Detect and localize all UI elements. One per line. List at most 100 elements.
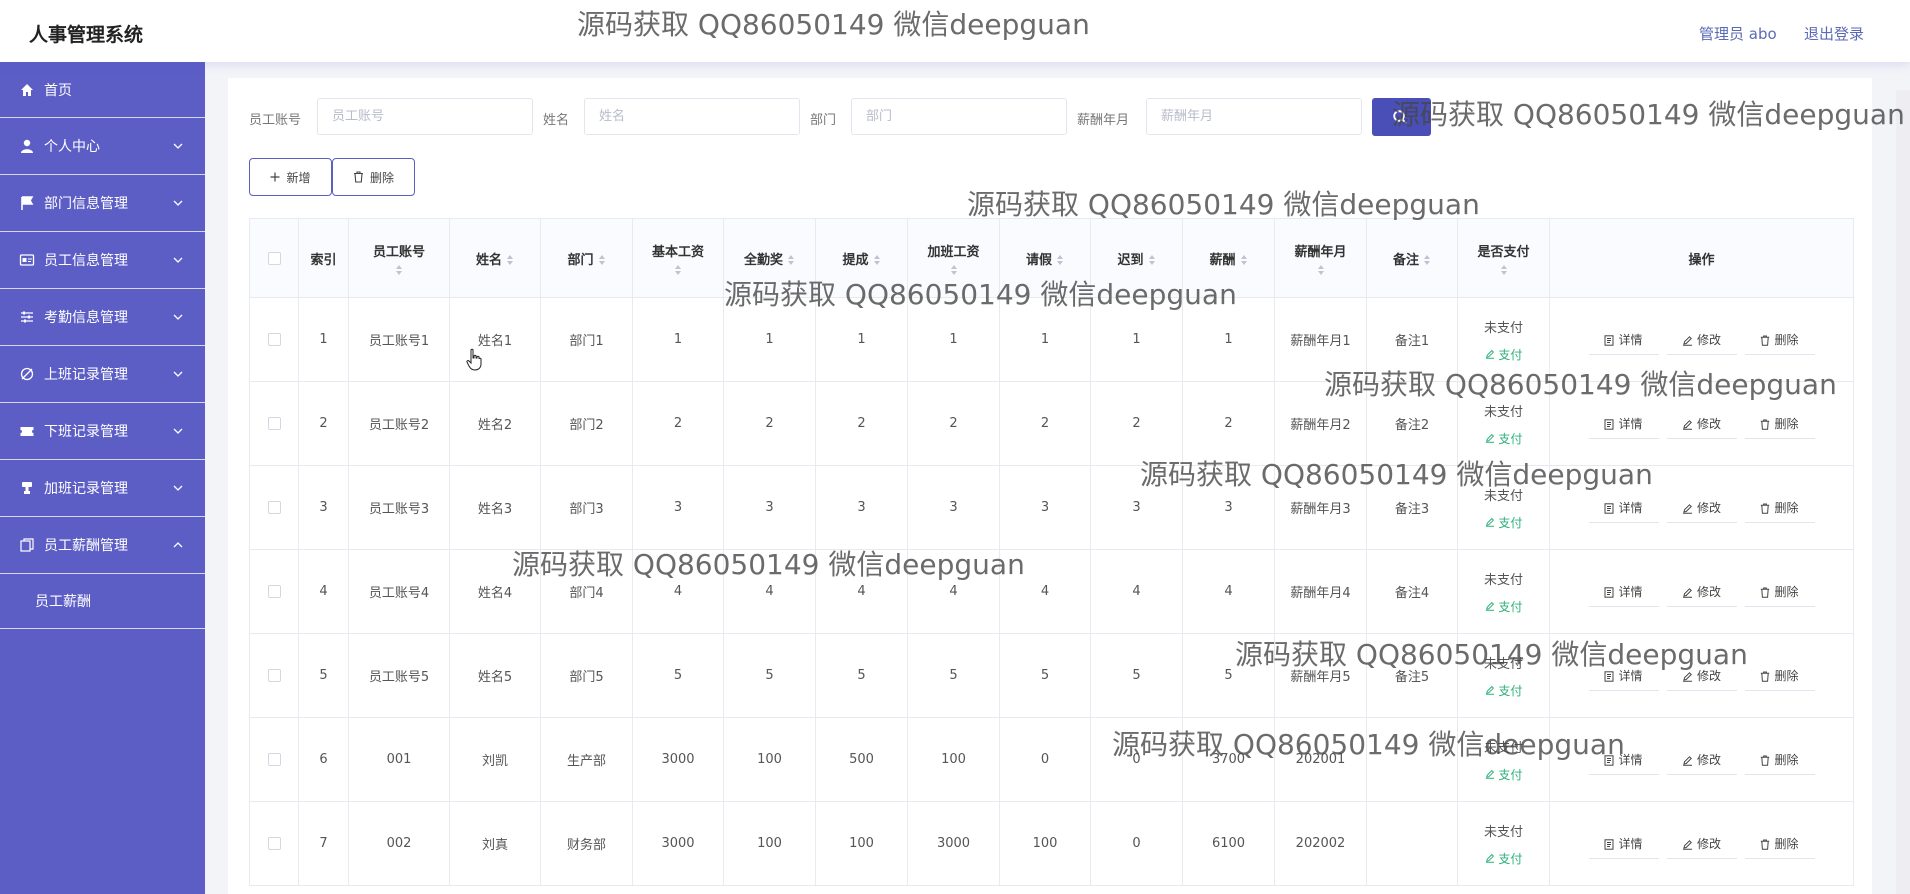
- pay-button[interactable]: 支付: [1485, 346, 1522, 363]
- delete-button[interactable]: 删除: [1744, 409, 1815, 439]
- sidebar-item-attendance[interactable]: 考勤信息管理: [0, 289, 205, 346]
- pay-button[interactable]: 支付: [1485, 598, 1522, 615]
- sidebar: 首页 个人中心 部门信息管理 员工信息管理 考勤信息管理 上班记录管理 下班记录…: [0, 62, 205, 894]
- clock-in-icon: [20, 367, 34, 381]
- col-header-account[interactable]: 员工账号: [348, 218, 450, 298]
- sidebar-item-department[interactable]: 部门信息管理: [0, 175, 205, 232]
- search-button[interactable]: [1372, 98, 1431, 136]
- pay-button[interactable]: 支付: [1485, 682, 1522, 699]
- sidebar-subitem-salary[interactable]: 员工薪酬: [0, 574, 205, 629]
- delete-button[interactable]: 删除: [1744, 577, 1815, 607]
- cell-department: 生产部: [540, 717, 633, 802]
- document-icon: [1604, 502, 1614, 514]
- row-checkbox[interactable]: [267, 585, 281, 598]
- chevron-down-icon: [173, 257, 183, 263]
- id-card-icon: [19, 254, 35, 266]
- sidebar-item-employee[interactable]: 员工信息管理: [0, 232, 205, 289]
- edit-button[interactable]: 修改: [1666, 745, 1737, 775]
- edit-button[interactable]: 修改: [1666, 409, 1737, 439]
- delete-button[interactable]: 删除: [1744, 493, 1815, 523]
- row-checkbox[interactable]: [267, 753, 281, 766]
- delete-button[interactable]: 删除: [1744, 829, 1815, 859]
- col-header-overtime-pay[interactable]: 加班工资: [907, 218, 1000, 298]
- cell-commission: 4: [815, 549, 908, 634]
- cell-paid: 未支付 支付: [1457, 465, 1550, 550]
- sidebar-item-home[interactable]: 首页: [0, 62, 205, 118]
- col-header-attendance-bonus[interactable]: 全勤奖: [723, 218, 816, 298]
- sidebar-item-salary[interactable]: 员工薪酬管理: [0, 517, 205, 574]
- edit-button[interactable]: 修改: [1666, 493, 1737, 523]
- detail-button[interactable]: 详情: [1588, 577, 1659, 607]
- col-header-late[interactable]: 迟到: [1090, 218, 1183, 298]
- document-icon: [1604, 670, 1614, 682]
- edit-icon: [1682, 839, 1692, 850]
- detail-button[interactable]: 详情: [1588, 661, 1659, 691]
- cell-overtime-pay: 1: [907, 297, 1000, 382]
- logout-link[interactable]: 退出登录: [1804, 23, 1864, 44]
- detail-button[interactable]: 详情: [1588, 493, 1659, 523]
- app-title: 人事管理系统: [29, 24, 144, 46]
- col-header-name[interactable]: 姓名: [449, 218, 541, 298]
- row-checkbox[interactable]: [267, 333, 281, 346]
- col-header-paid[interactable]: 是否支付: [1457, 218, 1550, 298]
- col-header-salary[interactable]: 薪酬: [1182, 218, 1275, 298]
- current-user[interactable]: 管理员 abo: [1699, 23, 1777, 44]
- cell-late: 1: [1090, 297, 1183, 382]
- col-header-commission[interactable]: 提成: [815, 218, 908, 298]
- col-header-leave[interactable]: 请假: [999, 218, 1091, 298]
- detail-button[interactable]: 详情: [1588, 829, 1659, 859]
- pay-button[interactable]: 支付: [1485, 430, 1522, 447]
- edit-button[interactable]: 修改: [1666, 829, 1737, 859]
- col-header-salary-month[interactable]: 薪酬年月: [1274, 218, 1367, 298]
- trash-icon: [1761, 503, 1770, 514]
- delete-button[interactable]: 删除: [1744, 661, 1815, 691]
- col-header-department[interactable]: 部门: [540, 218, 633, 298]
- pay-button[interactable]: 支付: [1485, 514, 1522, 531]
- department-search-input[interactable]: [851, 98, 1067, 135]
- sidebar-item-personal-center[interactable]: 个人中心: [0, 118, 205, 175]
- col-header-note[interactable]: 备注: [1366, 218, 1458, 298]
- pay-button[interactable]: 支付: [1485, 766, 1522, 783]
- page-scrollbar[interactable]: [1896, 90, 1910, 894]
- add-button[interactable]: 新增: [249, 158, 332, 196]
- sidebar-item-label: 上班记录管理: [44, 367, 128, 383]
- cell-overtime-pay: 100: [907, 717, 1000, 802]
- account-search-input[interactable]: [317, 98, 533, 135]
- cell-name: 姓名1: [449, 297, 541, 382]
- name-search-input[interactable]: [584, 98, 800, 135]
- col-header-base-salary[interactable]: 基本工资: [632, 218, 724, 298]
- cell-index: 5: [298, 633, 349, 718]
- pay-button[interactable]: 支付: [1485, 850, 1522, 867]
- sidebar-item-clock-out[interactable]: 下班记录管理: [0, 403, 205, 460]
- chevron-up-icon: [173, 542, 183, 548]
- cell-account: 001: [348, 717, 450, 802]
- trash-icon: [1761, 335, 1770, 346]
- delete-button[interactable]: 删除: [1744, 745, 1815, 775]
- detail-button[interactable]: 详情: [1588, 325, 1659, 355]
- detail-button[interactable]: 详情: [1588, 745, 1659, 775]
- cell-salary-month: 薪酬年月3: [1274, 465, 1367, 550]
- row-checkbox[interactable]: [267, 417, 281, 430]
- row-select-cell: [249, 633, 299, 718]
- sidebar-item-label: 首页: [44, 82, 72, 99]
- cell-paid: 未支付 支付: [1457, 717, 1550, 802]
- row-checkbox[interactable]: [267, 669, 281, 682]
- delete-button[interactable]: 删除: [1744, 325, 1815, 355]
- cell-department: 部门1: [540, 297, 633, 382]
- batch-delete-button[interactable]: 删除: [332, 158, 415, 196]
- edit-button[interactable]: 修改: [1666, 577, 1737, 607]
- detail-button[interactable]: 详情: [1588, 409, 1659, 439]
- user-icon: [21, 139, 33, 153]
- sort-icon: [396, 264, 402, 275]
- salary-month-search-input[interactable]: [1146, 98, 1362, 135]
- edit-button[interactable]: 修改: [1666, 325, 1737, 355]
- edit-button[interactable]: 修改: [1666, 661, 1737, 691]
- select-all-checkbox[interactable]: [267, 251, 281, 265]
- cell-salary-month: 薪酬年月4: [1274, 549, 1367, 634]
- sidebar-item-clock-in[interactable]: 上班记录管理: [0, 346, 205, 403]
- cell-department: 部门5: [540, 633, 633, 718]
- pay-status: 未支付: [1483, 320, 1523, 336]
- row-checkbox[interactable]: [267, 501, 281, 514]
- row-checkbox[interactable]: [267, 837, 281, 850]
- sidebar-item-overtime[interactable]: 加班记录管理: [0, 460, 205, 517]
